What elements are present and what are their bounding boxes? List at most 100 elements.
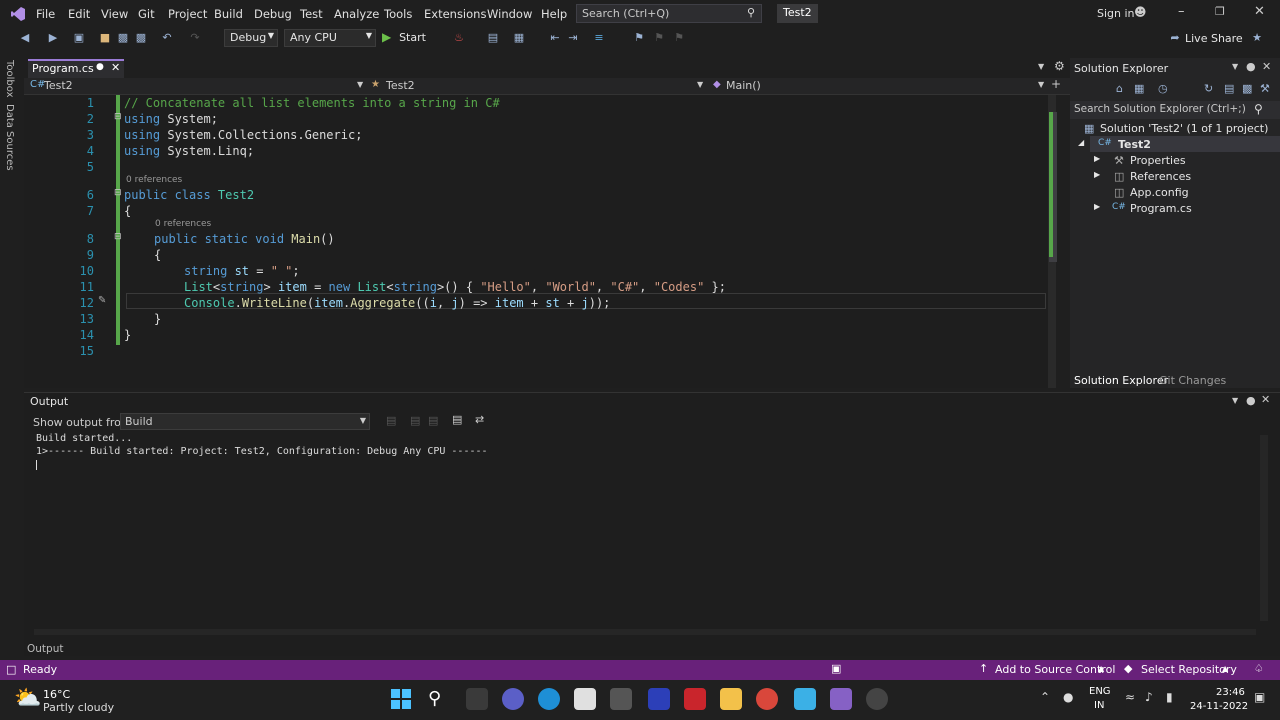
tray-chevron-up-icon[interactable]: ⌃ — [1040, 690, 1050, 704]
language-primary[interactable]: ENG — [1089, 686, 1111, 697]
navigate-forward-icon[interactable]: ▶ — [46, 31, 60, 45]
chevron-down-icon[interactable]: ▼ — [1038, 80, 1044, 89]
restore-icon[interactable]: ❐ — [1215, 5, 1225, 18]
mcafee-icon[interactable] — [684, 688, 706, 710]
menu-view[interactable]: View — [101, 7, 128, 21]
bell-icon[interactable]: ♤ — [1254, 662, 1264, 675]
expand-triangle-icon[interactable]: ▶ — [1094, 202, 1100, 211]
menu-debug[interactable]: Debug — [254, 7, 292, 21]
notepad-icon[interactable] — [794, 688, 816, 710]
save-icon[interactable]: ▩ — [116, 31, 130, 45]
start-menu-icon[interactable] — [390, 688, 412, 710]
chevron-up-icon[interactable]: ▲ — [1222, 664, 1228, 673]
close-window-icon[interactable]: ✕ — [1254, 4, 1265, 19]
nav-member-dropdown[interactable]: Main() — [726, 79, 761, 92]
next-message-icon[interactable]: ▤ — [428, 414, 438, 427]
pending-changes-icon[interactable]: ◷ — [1158, 82, 1168, 95]
undo-icon[interactable]: ↶ — [160, 31, 174, 45]
split-add-icon[interactable]: + — [1051, 77, 1061, 91]
clock-date[interactable]: 24-11-2022 — [1190, 701, 1248, 712]
menu-help[interactable]: Help — [541, 7, 567, 21]
clear-all-icon[interactable]: ▤ — [452, 413, 462, 426]
properties-icon[interactable]: ⚒ — [1260, 82, 1270, 95]
pin-icon[interactable]: ● — [1246, 60, 1256, 73]
menu-analyze[interactable]: Analyze — [334, 7, 379, 21]
output-horizontal-scrollbar[interactable] — [34, 629, 1256, 635]
file-explorer-icon[interactable] — [720, 688, 742, 710]
collapse-icon[interactable]: ⊟ — [114, 188, 122, 198]
expand-triangle-icon[interactable]: ▶ — [1094, 154, 1100, 163]
pin-icon[interactable]: ● — [1246, 394, 1256, 407]
edge-browser-icon[interactable] — [538, 688, 560, 710]
switch-views-icon[interactable]: ▦ — [1134, 82, 1144, 95]
sign-in-link[interactable]: Sign in — [1097, 7, 1135, 20]
codelens-references[interactable]: 0 references — [126, 175, 182, 185]
tree-item-references[interactable]: References — [1130, 170, 1191, 183]
redo-icon[interactable]: ↷ — [188, 31, 202, 45]
menu-tools[interactable]: Tools — [384, 7, 412, 21]
layout-icon[interactable]: ▦ — [512, 31, 526, 45]
output-source-dropdown[interactable]: Build ▼ — [120, 413, 370, 430]
solution-search-input[interactable]: Search Solution Explorer (Ctrl+;) ⚲ — [1070, 101, 1280, 119]
tab-output[interactable]: Output — [27, 643, 63, 655]
find-message-icon[interactable]: ▤ — [386, 414, 396, 427]
tree-item-properties[interactable]: Properties — [1130, 154, 1186, 167]
collapse-all-icon[interactable]: ▤ — [1224, 82, 1234, 95]
menu-build[interactable]: Build — [214, 7, 243, 21]
chevron-down-icon[interactable]: ▼ — [357, 80, 363, 89]
task-view-icon[interactable] — [466, 688, 488, 710]
code-editor[interactable]: 1 // Concatenate all list elements into … — [24, 95, 1056, 388]
language-secondary[interactable]: IN — [1094, 700, 1104, 711]
battery-icon[interactable]: ▮ — [1166, 690, 1173, 704]
step-icon[interactable]: ⇤ — [548, 31, 562, 45]
menu-git[interactable]: Git — [138, 7, 155, 21]
menu-extensions[interactable]: Extensions — [424, 7, 486, 21]
chevron-down-icon[interactable]: ▼ — [1232, 396, 1238, 405]
visual-studio-taskbar-icon[interactable] — [830, 688, 852, 710]
live-share-button[interactable]: Live Share — [1185, 32, 1243, 45]
collapse-icon[interactable]: ⊟ — [114, 232, 122, 242]
minimize-icon[interactable]: – — [1178, 4, 1185, 19]
configuration-dropdown[interactable]: Debug ▼ — [224, 29, 278, 47]
expand-triangle-icon[interactable]: ◢ — [1078, 138, 1084, 147]
tab-program-cs[interactable]: Program.cs ● ✕ — [28, 59, 124, 78]
data-sources-tab[interactable]: Data Sources — [4, 104, 15, 171]
toolbox-tab[interactable]: Toolbox — [4, 60, 15, 98]
show-all-files-icon[interactable]: ▩ — [1242, 82, 1252, 95]
taskbar-search-icon[interactable]: ⚲ — [428, 688, 441, 709]
menu-file[interactable]: File — [36, 7, 55, 21]
navigate-back-icon[interactable]: ◀ — [18, 31, 32, 45]
visual-studio-logo-icon[interactable] — [10, 6, 26, 22]
save-all-icon[interactable]: ▩ — [134, 31, 148, 45]
microphone-icon[interactable]: ● — [1063, 690, 1073, 704]
tree-project[interactable]: Test2 — [1118, 138, 1151, 151]
step-over-icon[interactable]: ⇥ — [566, 31, 580, 45]
chat-icon[interactable] — [502, 688, 524, 710]
close-panel-icon[interactable]: ✕ — [1261, 393, 1270, 406]
notepad-plus-icon[interactable] — [648, 688, 670, 710]
bookmark-prev-icon[interactable]: ⚑ — [652, 31, 666, 45]
new-project-icon[interactable]: ▣ — [72, 31, 86, 45]
chevron-down-icon[interactable]: ▼ — [697, 80, 703, 89]
platform-dropdown[interactable]: Any CPU ▼ — [284, 29, 376, 47]
clock-time[interactable]: 23:46 — [1216, 687, 1245, 698]
search-input[interactable]: Search (Ctrl+Q) ⚲ — [576, 4, 762, 23]
start-button[interactable]: ▶ Start — [382, 30, 426, 48]
bookmark-icon[interactable]: ⚑ — [632, 31, 646, 45]
refresh-icon[interactable]: ↻ — [1204, 82, 1213, 95]
comment-icon[interactable]: ≡ — [592, 31, 606, 45]
close-panel-icon[interactable]: ✕ — [1262, 60, 1271, 73]
menu-window[interactable]: Window — [487, 7, 532, 21]
expand-triangle-icon[interactable]: ▶ — [1094, 170, 1100, 179]
browse-icon[interactable]: ▤ — [486, 31, 500, 45]
chrome-icon[interactable] — [756, 688, 778, 710]
pin-icon[interactable]: ● — [96, 62, 104, 72]
notifications-icon[interactable]: ▣ — [831, 662, 841, 675]
notification-center-icon[interactable]: ▣ — [1254, 690, 1265, 704]
settings-gear-icon[interactable]: ⚙ — [1054, 59, 1065, 73]
menu-edit[interactable]: Edit — [68, 7, 90, 21]
bookmark-next-icon[interactable]: ⚑ — [672, 31, 686, 45]
nav-project-dropdown[interactable]: Test2 — [44, 79, 73, 92]
collapse-icon[interactable]: ⊟ — [114, 112, 122, 122]
wifi-icon[interactable]: ≈ — [1125, 690, 1135, 704]
